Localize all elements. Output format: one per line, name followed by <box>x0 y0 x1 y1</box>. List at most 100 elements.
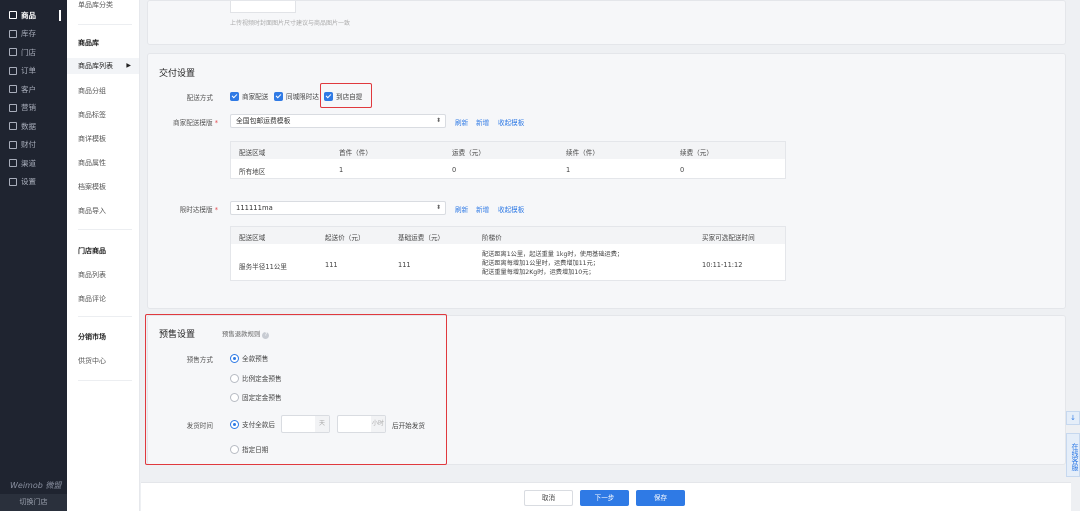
table-cell: 10:11-11:12 <box>702 261 743 269</box>
refresh-link[interactable]: 刷新 <box>455 204 468 214</box>
weimob-logo: Weimob 微盟 <box>10 481 62 490</box>
collapse-template-link[interactable]: 收起模板 <box>498 204 524 214</box>
nav2-item[interactable]: 商品分组 <box>78 86 106 96</box>
nav-item-label: 库存 <box>21 29 36 39</box>
nav2-item-supply-center[interactable]: 供货中心 <box>78 356 106 366</box>
header-cell: 首件（件） <box>339 149 372 157</box>
nav2-item-comments[interactable]: 商品评论 <box>78 294 106 304</box>
header-cell: 续件（件） <box>566 149 599 157</box>
divider <box>78 316 132 317</box>
collapse-template-link[interactable]: 收起模板 <box>498 117 524 127</box>
nav2-item[interactable]: 商品属性 <box>78 158 106 168</box>
delivery-settings-card: 交付设置 配送方式 商家配送 同城限时达 到店自提 商家配送模版 * 全国包邮运… <box>147 53 1066 309</box>
checkbox-city-express[interactable]: 同城限时达 <box>274 91 319 101</box>
nav-item-finance[interactable]: 财付 <box>0 136 67 155</box>
marketing-icon <box>9 103 17 112</box>
checkbox-label: 商家配送 <box>242 93 269 101</box>
nav2-item[interactable]: 商品导入 <box>78 206 106 216</box>
nav2-item[interactable]: 商品标签 <box>78 110 106 120</box>
nav-item-product[interactable]: 商品 <box>0 6 67 25</box>
ladder-line: 配送重量每增加2Kg时，运费增加10元； <box>482 269 595 276</box>
select-value: 111111ma <box>236 204 273 212</box>
select-caret-icon: ⬍ <box>435 204 441 211</box>
add-link[interactable]: 新增 <box>476 117 489 127</box>
checkbox-merchant-delivery[interactable]: 商家配送 <box>230 91 268 101</box>
store-icon <box>9 48 17 57</box>
ladder-price-cell: 配送距离1公里，起送重量 1kg时，使用基础运费； 配送距离每增加1公里时，运费… <box>482 250 623 277</box>
nav-item-order[interactable]: 订单 <box>0 62 67 81</box>
finance-icon <box>9 140 17 149</box>
divider <box>78 229 132 230</box>
secondary-nav: 单品库分类 商品库 商品库列表 ▶ 商品分组 商品标签 商详模板 商品属性 档案模板 商品… <box>67 0 140 511</box>
nav-item-label: 渠道 <box>21 158 36 168</box>
nav-item-settings[interactable]: 设置 <box>0 173 67 192</box>
nav2-item-product-list[interactable]: 商品库列表 ▶ <box>67 58 139 74</box>
switch-store-button[interactable]: 切换门店 <box>0 494 67 511</box>
nav-item-store[interactable]: 门店 <box>0 43 67 62</box>
divider <box>78 380 132 381</box>
table-cell: 111 <box>325 261 338 269</box>
merchant-template-select[interactable]: 全国包邮运费模板 ⬍ <box>230 114 446 128</box>
nav2-group-distribution: 分销市场 <box>78 333 106 341</box>
save-button[interactable]: 保存 <box>636 490 685 506</box>
delivery-title: 交付设置 <box>159 69 196 79</box>
nav-item-label: 门店 <box>21 47 36 57</box>
nav-item-label: 设置 <box>21 177 36 187</box>
checked-icon <box>274 91 283 101</box>
nav2-item-category[interactable]: 单品库分类 <box>78 0 113 10</box>
checkbox-label: 同城限时达 <box>286 93 319 101</box>
checked-icon <box>230 91 239 101</box>
refresh-link[interactable]: 刷新 <box>455 117 468 127</box>
nav-item-channel[interactable]: 渠道 <box>0 154 67 173</box>
nav2-item-store-list[interactable]: 商品列表 <box>78 270 106 280</box>
table-cell: 所有地区 <box>239 168 266 176</box>
delivery-method-label: 配送方式 <box>186 94 213 102</box>
ladder-line: 配送距离1公里，起送重量 1kg时，使用基础运费； <box>482 251 624 258</box>
nav-item-label: 客户 <box>21 84 36 94</box>
table-cell: 0 <box>680 166 685 174</box>
nav2-item[interactable]: 档案模板 <box>78 182 106 192</box>
select-caret-icon: ⬍ <box>435 117 441 124</box>
nav2-group-store-products: 门店商品 <box>78 247 106 255</box>
download-icon[interactable]: ↓ <box>1066 411 1080 425</box>
merchant-template-label: 商家配送模版 * <box>173 119 218 127</box>
media-card: 上传视频时封面图片尺寸建议与商品图片一致 <box>147 0 1066 45</box>
city-fee-table: 配送区域 起送价（元） 基础运费（元） 阶梯价 买家可选配送时间 服务半径11公… <box>230 226 786 281</box>
settings-icon <box>9 177 17 186</box>
nav-item-label: 营销 <box>21 103 36 113</box>
city-template-select[interactable]: 111111ma ⬍ <box>230 201 446 215</box>
nav-item-customer[interactable]: 客户 <box>0 80 67 99</box>
header-cell: 续费（元） <box>680 149 713 157</box>
table-cell: 1 <box>339 166 344 174</box>
table-cell: 服务半径11公里 <box>239 263 287 271</box>
online-service-button[interactable]: 在线客服 <box>1066 433 1080 477</box>
footer-bar: 取消 下一步 保存 <box>141 482 1071 511</box>
channel-icon <box>9 159 17 168</box>
nav2-item-label: 商品库列表 <box>78 62 113 70</box>
select-value: 全国包邮运费模板 <box>236 117 291 125</box>
nav2-item[interactable]: 商详模板 <box>78 134 106 144</box>
add-link[interactable]: 新增 <box>476 204 489 214</box>
nav-item-label: 数据 <box>21 121 36 131</box>
nav-item-data[interactable]: 数据 <box>0 117 67 136</box>
ladder-line: 配送距离每增加1公里时，运费增加11元； <box>482 260 599 267</box>
header-cell: 运费（元） <box>452 149 485 157</box>
video-upload-box[interactable] <box>230 1 296 13</box>
table-cell: 1 <box>566 166 571 174</box>
nav-item-marketing[interactable]: 营销 <box>0 99 67 118</box>
header-cell: 买家可选配送时间 <box>702 234 755 242</box>
nav-item-label: 财付 <box>21 140 36 150</box>
header-cell: 起送价（元） <box>325 234 365 242</box>
customer-icon <box>9 85 17 94</box>
next-step-button[interactable]: 下一步 <box>580 490 629 506</box>
nav-item-stock[interactable]: 库存 <box>0 25 67 44</box>
order-icon <box>9 66 17 75</box>
caret-right-icon: ▶ <box>126 62 131 69</box>
city-template-label: 限时达模版 * <box>179 206 218 214</box>
nav-item-label: 订单 <box>21 66 36 76</box>
nav2-group-product-library: 商品库 <box>78 39 99 47</box>
cancel-button[interactable]: 取消 <box>524 490 573 506</box>
merchant-fee-table: 配送区域 首件（件） 运费（元） 续件（件） 续费（元） 所有地区 1 0 1 … <box>230 141 786 179</box>
table-cell: 0 <box>452 166 457 174</box>
header-cell: 阶梯价 <box>482 234 502 242</box>
